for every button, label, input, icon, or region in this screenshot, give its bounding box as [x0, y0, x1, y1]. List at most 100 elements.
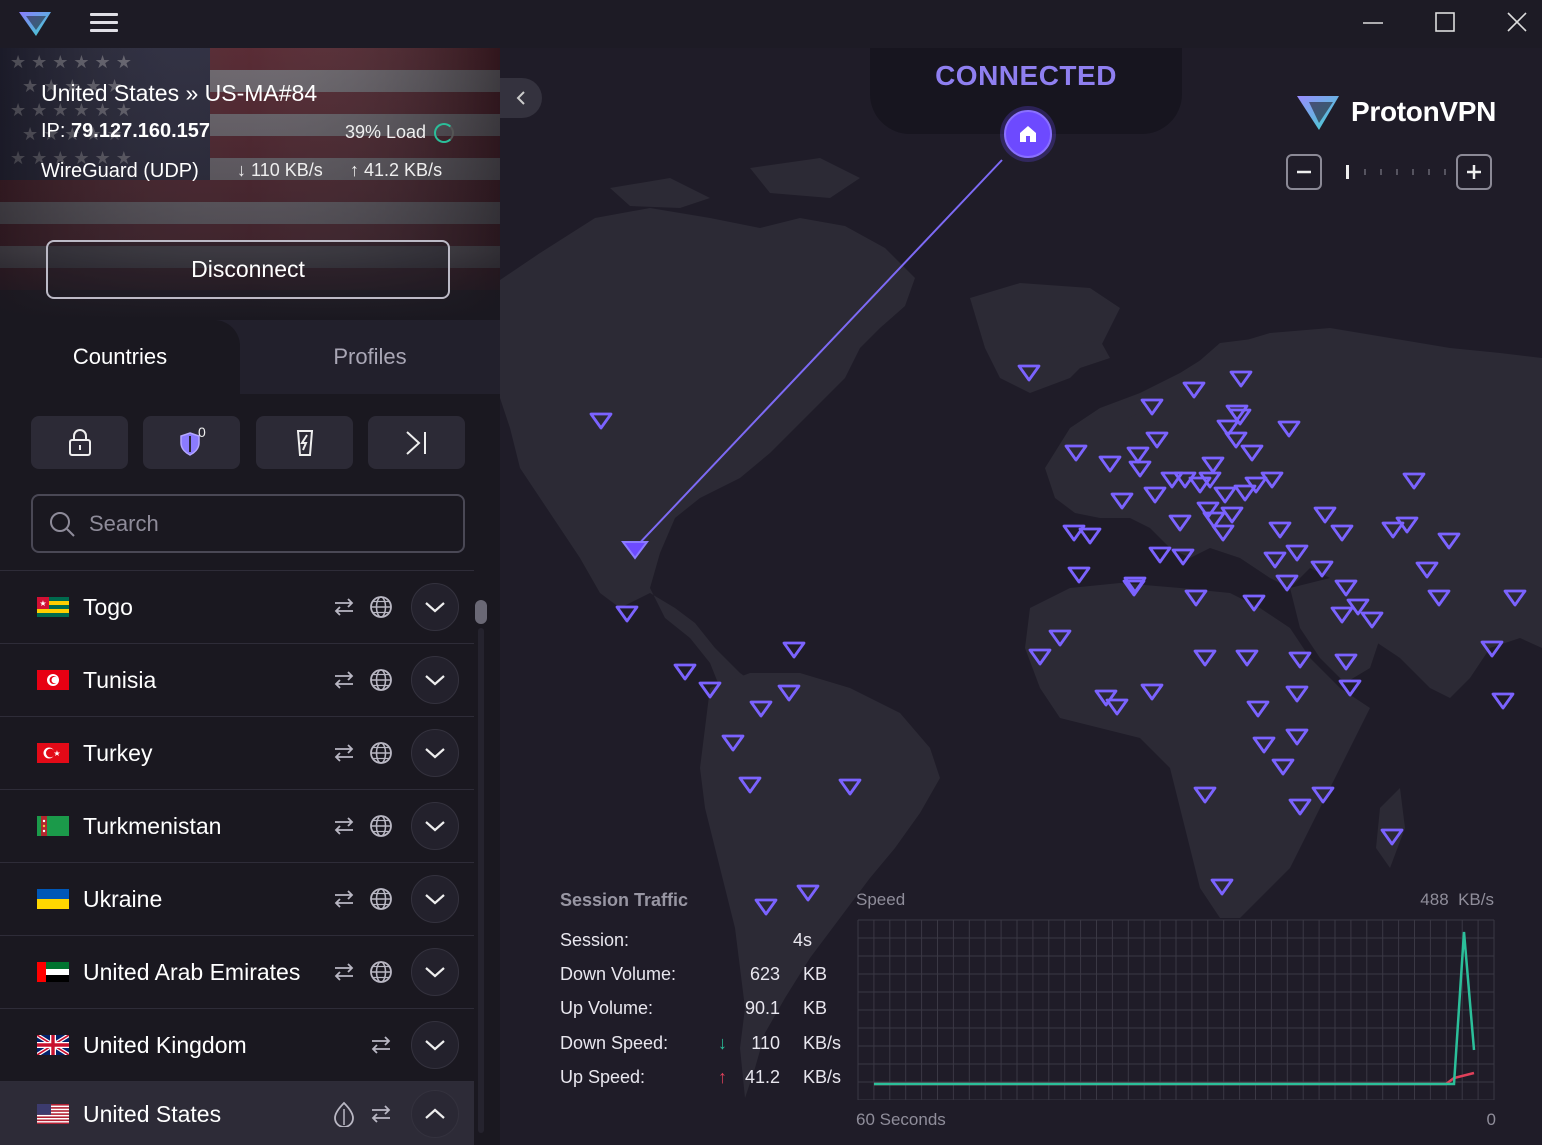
- plus-icon: [1467, 165, 1481, 179]
- country-row-united-kingdom[interactable]: United Kingdom: [0, 1009, 474, 1082]
- home-location-button[interactable]: [1004, 110, 1052, 158]
- expand-chevron-down-icon[interactable]: [411, 875, 459, 923]
- netshield-button[interactable]: 0: [143, 416, 240, 469]
- server-load: 39% Load: [345, 122, 455, 143]
- p2p-icon[interactable]: [331, 594, 357, 620]
- speed-chart-x-start: 60 Seconds: [856, 1110, 946, 1129]
- zoom-slider[interactable]: [1334, 164, 1446, 180]
- close-button[interactable]: [1482, 0, 1542, 44]
- protonvpn-logo-icon: [1297, 96, 1339, 130]
- p2p-icon[interactable]: [368, 1032, 394, 1058]
- zoom-control: [1286, 154, 1494, 190]
- protocol-label: WireGuard (UDP): [41, 160, 199, 182]
- country-name: Turkmenistan: [83, 812, 222, 839]
- expand-chevron-down-icon[interactable]: [411, 583, 459, 631]
- killswitch-button[interactable]: [256, 416, 353, 469]
- expand-chevron-down-icon[interactable]: [411, 802, 459, 850]
- port-forward-icon: [405, 430, 426, 455]
- svg-text:★: ★: [53, 749, 60, 758]
- turkmenistan-flag-icon: [37, 816, 69, 836]
- maximize-button[interactable]: [1410, 0, 1480, 44]
- lock-icon: [68, 428, 91, 456]
- title-bar: [0, 0, 1542, 48]
- tab-countries[interactable]: Countries: [0, 320, 240, 394]
- p2p-icon[interactable]: [331, 886, 357, 912]
- server-title: United States » US-MA#84: [41, 80, 318, 106]
- country-name: Togo: [83, 593, 133, 620]
- tab-profiles[interactable]: Profiles: [240, 320, 500, 394]
- secure-core-button[interactable]: [31, 416, 128, 469]
- home-icon: [1020, 126, 1036, 142]
- minimize-button[interactable]: [1338, 0, 1408, 44]
- download-speed-line: [874, 931, 1476, 1086]
- connection-panel: ★ ★ ★ ★ ★ ★ ★ ★ ★ ★ ★ ★ ★ ★ ★ ★ ★ ★ ★ ★ …: [0, 48, 500, 320]
- ukraine-flag-icon: [37, 889, 69, 909]
- expand-chevron-down-icon[interactable]: [411, 1021, 459, 1069]
- expand-chevron-down-icon[interactable]: [411, 729, 459, 777]
- country-row-ukraine[interactable]: Ukraine: [0, 863, 474, 936]
- tor-globe-icon[interactable]: [368, 813, 394, 839]
- zoom-out-button[interactable]: [1286, 154, 1322, 190]
- tor-globe-icon[interactable]: [368, 886, 394, 912]
- port-forwarding-button[interactable]: [368, 416, 465, 469]
- world-map-panel: CONNECTED ProtonVPN Session Traffic Sess…: [500, 48, 1542, 1145]
- streaming-icon[interactable]: [331, 1101, 357, 1127]
- chevron-left-icon: [516, 91, 525, 105]
- upload-speed: ↑ 41.2 KB/s: [350, 160, 443, 180]
- search-input[interactable]: [89, 510, 429, 537]
- netshield-count: 0: [198, 424, 206, 440]
- arrow-down-icon: ↓: [718, 1033, 727, 1053]
- arrow-down-icon: ↓: [237, 160, 252, 180]
- arrow-up-icon: ↑: [718, 1067, 727, 1087]
- scrollbar-track[interactable]: [478, 628, 484, 1133]
- p2p-icon[interactable]: [331, 959, 357, 985]
- country-row-united-states[interactable]: United States: [0, 1082, 474, 1145]
- p2p-icon[interactable]: [331, 740, 357, 766]
- tor-globe-icon[interactable]: [368, 740, 394, 766]
- country-name: Tunisia: [83, 666, 157, 693]
- svg-text:★: ★: [39, 599, 46, 608]
- uae-flag-icon: [37, 962, 69, 982]
- country-list: ★ Togo Tunisia ★ Turkey Turkmenistan Ukr…: [0, 570, 474, 1145]
- tor-globe-icon[interactable]: [368, 959, 394, 985]
- search-box: [31, 494, 465, 553]
- country-name: Turkey: [83, 739, 153, 766]
- collapse-sidebar-button[interactable]: [500, 78, 542, 118]
- zoom-in-button[interactable]: [1456, 154, 1492, 190]
- disconnect-button[interactable]: Disconnect: [46, 240, 450, 299]
- arrow-up-icon: ↑: [350, 160, 365, 180]
- hamburger-menu-icon[interactable]: [88, 10, 120, 36]
- speed-chart: Speed 488 KB/s 60 Seconds 0: [856, 888, 1498, 1129]
- connection-status: CONNECTED: [935, 60, 1117, 91]
- proton-logo-icon: [16, 6, 54, 40]
- tab-bar: Countries Profiles: [0, 320, 500, 394]
- country-row-united-arab-emirates[interactable]: United Arab Emirates: [0, 936, 474, 1009]
- scrollbar[interactable]: [474, 588, 488, 1140]
- uk-flag-icon: [37, 1035, 69, 1055]
- country-row-turkmenistan[interactable]: Turkmenistan: [0, 790, 474, 863]
- country-row-turkey[interactable]: ★ Turkey: [0, 717, 474, 790]
- expand-chevron-down-icon[interactable]: [411, 948, 459, 996]
- country-name: United Arab Emirates: [83, 958, 301, 985]
- country-row-togo[interactable]: ★ Togo: [0, 571, 474, 644]
- killswitch-icon: [296, 429, 313, 456]
- country-name: United Kingdom: [83, 1031, 247, 1058]
- brand-logo: ProtonVPN: [1295, 92, 1496, 132]
- load-ring-icon: [434, 122, 455, 143]
- collapse-chevron-up-icon[interactable]: [411, 1090, 459, 1138]
- speed-chart-x-end: 0: [1486, 1110, 1496, 1129]
- p2p-icon[interactable]: [331, 813, 357, 839]
- togo-flag-icon: ★: [37, 597, 69, 617]
- scrollbar-thumb[interactable]: [475, 600, 487, 624]
- turkey-flag-icon: ★: [37, 743, 69, 763]
- minus-icon: [1297, 170, 1311, 174]
- country-row-tunisia[interactable]: Tunisia: [0, 644, 474, 717]
- p2p-icon[interactable]: [368, 1101, 394, 1127]
- tor-globe-icon[interactable]: [368, 667, 394, 693]
- search-icon: [50, 511, 75, 537]
- p2p-icon[interactable]: [331, 667, 357, 693]
- tor-globe-icon[interactable]: [368, 594, 394, 620]
- us-flag-icon: [37, 1104, 69, 1124]
- expand-chevron-down-icon[interactable]: [411, 656, 459, 704]
- country-name: Ukraine: [83, 885, 163, 912]
